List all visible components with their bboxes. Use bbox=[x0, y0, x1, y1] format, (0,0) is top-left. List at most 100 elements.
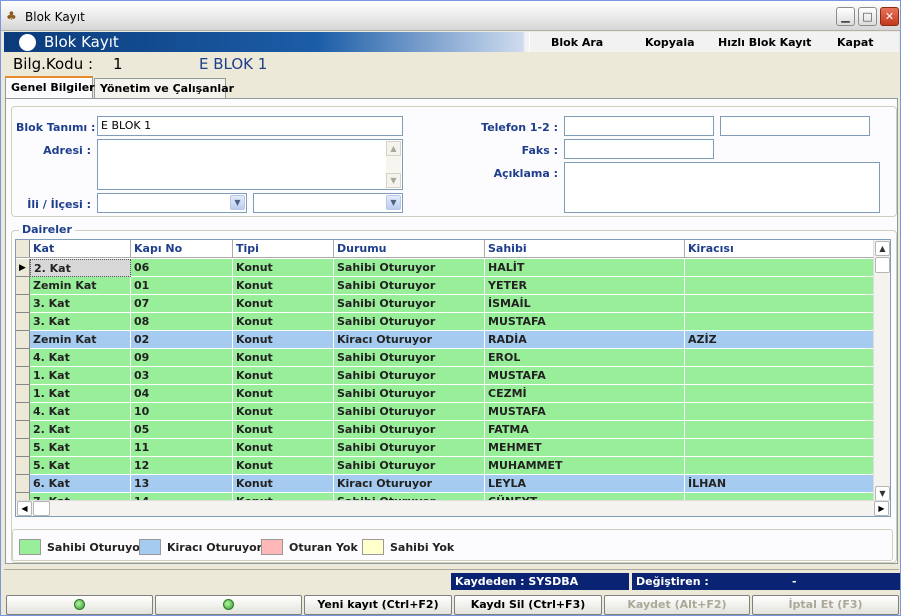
ilce-select[interactable]: ▼ bbox=[253, 193, 403, 213]
row-indicator[interactable] bbox=[16, 331, 30, 349]
cell-durumu[interactable]: Sahibi Oturuyor bbox=[334, 439, 485, 457]
menu-blok-ara[interactable]: Blok Ara bbox=[551, 36, 603, 49]
scroll-right-icon[interactable]: ▶ bbox=[874, 501, 889, 516]
cell-kapi-no[interactable]: 12 bbox=[131, 457, 233, 475]
scroll-left-icon[interactable]: ◀ bbox=[17, 501, 32, 516]
tab-yonetim-calisanlar[interactable]: Yönetim ve Çalışanlar bbox=[94, 78, 234, 98]
cell-durumu[interactable]: Sahibi Oturuyor bbox=[334, 259, 485, 277]
cell-kapi-no[interactable]: 06 bbox=[131, 259, 233, 277]
cell-kiracisi[interactable] bbox=[685, 259, 880, 277]
row-indicator[interactable] bbox=[16, 367, 30, 385]
table-row[interactable]: Zemin Kat 01 Konut Sahibi Oturuyor YETER bbox=[16, 277, 880, 295]
cell-kat[interactable]: Zemin Kat bbox=[30, 331, 131, 349]
tab-genel-bilgiler[interactable]: Genel Bilgiler bbox=[5, 76, 95, 98]
cell-durumu[interactable]: Sahibi Oturuyor bbox=[334, 367, 485, 385]
scroll-thumb[interactable] bbox=[33, 501, 50, 516]
cell-kapi-no[interactable]: 10 bbox=[131, 403, 233, 421]
cell-kapi-no[interactable]: 13 bbox=[131, 475, 233, 493]
menu-kopyala[interactable]: Kopyala bbox=[645, 36, 695, 49]
cell-sahibi[interactable]: YETER bbox=[485, 277, 685, 295]
il-select[interactable]: ▼ bbox=[97, 193, 247, 213]
cell-kat[interactable]: 3. Kat bbox=[30, 313, 131, 331]
col-sahibi[interactable]: Sahibi bbox=[485, 240, 685, 258]
menu-kapat[interactable]: Kapat bbox=[837, 36, 874, 49]
grid-vertical-scrollbar[interactable]: ▲ ▼ bbox=[873, 240, 890, 502]
cell-kapi-no[interactable]: 05 bbox=[131, 421, 233, 439]
nav-next-button[interactable] bbox=[155, 595, 302, 615]
cell-kapi-no[interactable]: 04 bbox=[131, 385, 233, 403]
cell-sahibi[interactable]: EROL bbox=[485, 349, 685, 367]
cell-kat[interactable]: 5. Kat bbox=[30, 439, 131, 457]
telefon1-input[interactable] bbox=[564, 116, 714, 136]
cell-durumu[interactable]: Sahibi Oturuyor bbox=[334, 385, 485, 403]
row-indicator[interactable] bbox=[16, 475, 30, 493]
row-indicator[interactable] bbox=[16, 295, 30, 313]
cell-kapi-no[interactable]: 11 bbox=[131, 439, 233, 457]
cell-kiracisi[interactable] bbox=[685, 277, 880, 295]
new-record-button[interactable]: Yeni kayıt (Ctrl+F2) bbox=[304, 595, 452, 615]
table-row[interactable]: 3. Kat 07 Konut Sahibi Oturuyor İSMAİL bbox=[16, 295, 880, 313]
cell-kat[interactable]: 1. Kat bbox=[30, 367, 131, 385]
cell-kapi-no[interactable]: 03 bbox=[131, 367, 233, 385]
cell-tipi[interactable]: Konut bbox=[233, 313, 334, 331]
cell-kapi-no[interactable]: 08 bbox=[131, 313, 233, 331]
cell-tipi[interactable]: Konut bbox=[233, 403, 334, 421]
cell-kat[interactable]: 1. Kat bbox=[30, 385, 131, 403]
adresi-scrollbar[interactable]: ▲ ▼ bbox=[386, 141, 401, 188]
cell-kiracisi[interactable] bbox=[685, 385, 880, 403]
cell-kiracisi[interactable] bbox=[685, 439, 880, 457]
cell-kapi-no[interactable]: 07 bbox=[131, 295, 233, 313]
scroll-thumb[interactable] bbox=[875, 257, 890, 273]
table-row[interactable]: 5. Kat 11 Konut Sahibi Oturuyor MEHMET bbox=[16, 439, 880, 457]
chevron-down-icon[interactable]: ▼ bbox=[386, 195, 401, 210]
table-row[interactable]: 3. Kat 08 Konut Sahibi Oturuyor MUSTAFA bbox=[16, 313, 880, 331]
cell-kat[interactable]: 2. Kat bbox=[30, 421, 131, 439]
cell-kapi-no[interactable]: 02 bbox=[131, 331, 233, 349]
cell-kiracisi[interactable]: İLHAN bbox=[685, 475, 880, 493]
faks-input[interactable] bbox=[564, 139, 714, 159]
cell-kiracisi[interactable] bbox=[685, 457, 880, 475]
row-indicator[interactable] bbox=[16, 349, 30, 367]
cell-tipi[interactable]: Konut bbox=[233, 349, 334, 367]
telefon2-input[interactable] bbox=[720, 116, 870, 136]
current-row-indicator-icon[interactable]: ▶ bbox=[16, 259, 30, 277]
row-indicator[interactable] bbox=[16, 421, 30, 439]
grid-horizontal-scrollbar[interactable]: ◀ ▶ bbox=[16, 500, 890, 516]
row-indicator[interactable] bbox=[16, 457, 30, 475]
cell-kiracisi[interactable] bbox=[685, 367, 880, 385]
cell-sahibi[interactable]: FATMA bbox=[485, 421, 685, 439]
cell-tipi[interactable]: Konut bbox=[233, 457, 334, 475]
cell-tipi[interactable]: Konut bbox=[233, 421, 334, 439]
cell-kat[interactable]: 4. Kat bbox=[30, 349, 131, 367]
cell-tipi[interactable]: Konut bbox=[233, 331, 334, 349]
nav-prev-button[interactable] bbox=[6, 595, 153, 615]
cell-kat[interactable]: 4. Kat bbox=[30, 403, 131, 421]
table-row[interactable]: 1. Kat 04 Konut Sahibi Oturuyor CEZMİ bbox=[16, 385, 880, 403]
cell-durumu[interactable]: Sahibi Oturuyor bbox=[334, 457, 485, 475]
cell-durumu[interactable]: Sahibi Oturuyor bbox=[334, 403, 485, 421]
cancel-button[interactable]: İptal Et (F3) bbox=[752, 595, 899, 615]
cell-tipi[interactable]: Konut bbox=[233, 295, 334, 313]
close-button[interactable]: ✕ bbox=[880, 7, 899, 26]
cell-tipi[interactable]: Konut bbox=[233, 475, 334, 493]
cell-durumu[interactable]: Sahibi Oturuyor bbox=[334, 277, 485, 295]
cell-kiracisi[interactable]: AZİZ bbox=[685, 331, 880, 349]
cell-kiracisi[interactable] bbox=[685, 403, 880, 421]
cell-durumu[interactable]: Sahibi Oturuyor bbox=[334, 295, 485, 313]
table-row[interactable]: 6. Kat 13 Konut Kiracı Oturuyor LEYLA İLHAN bbox=[16, 475, 880, 493]
cell-sahibi[interactable]: MUSTAFA bbox=[485, 313, 685, 331]
save-button[interactable]: Kaydet (Alt+F2) bbox=[604, 595, 750, 615]
cell-tipi[interactable]: Konut bbox=[233, 385, 334, 403]
col-kat[interactable]: Kat bbox=[30, 240, 131, 258]
cell-sahibi[interactable]: HALİT bbox=[485, 259, 685, 277]
cell-sahibi[interactable]: MUSTAFA bbox=[485, 403, 685, 421]
cell-sahibi[interactable]: İSMAİL bbox=[485, 295, 685, 313]
cell-kat[interactable]: 3. Kat bbox=[30, 295, 131, 313]
table-row[interactable]: 5. Kat 12 Konut Sahibi Oturuyor MUHAMMET bbox=[16, 457, 880, 475]
cell-tipi[interactable]: Konut bbox=[233, 367, 334, 385]
row-indicator[interactable] bbox=[16, 277, 30, 295]
cell-kiracisi[interactable] bbox=[685, 313, 880, 331]
cell-kiracisi[interactable] bbox=[685, 295, 880, 313]
cell-kiracisi[interactable] bbox=[685, 349, 880, 367]
col-kapi-no[interactable]: Kapı No bbox=[131, 240, 233, 258]
